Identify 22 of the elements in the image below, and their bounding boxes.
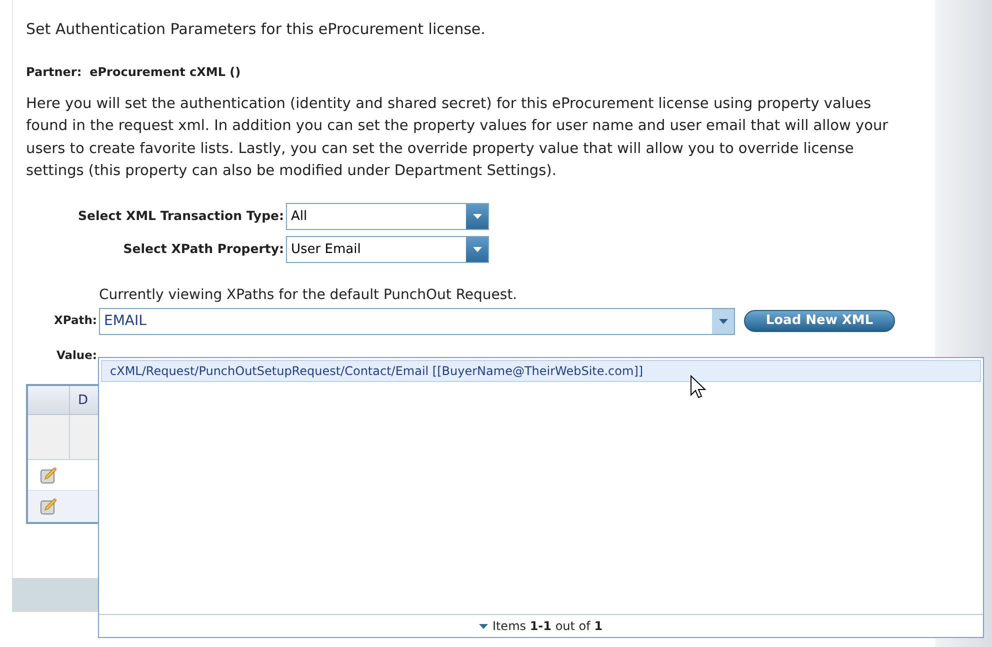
select-label: Select XML Transaction Type: — [76, 206, 285, 225]
dropdown-item[interactable]: cXML/Request/PunchOutSetupRequest/Contact/Email [[BuyerName@TheirWebSite.com]] — [101, 360, 981, 382]
partner-value: eProcurement cXML () — [90, 64, 241, 80]
load-xml-button[interactable]: Load New XML — [744, 310, 895, 332]
pager-text: Items 1-1 out of 1 — [492, 618, 603, 635]
caret-icon — [472, 214, 482, 218]
select-field[interactable]: All — [286, 202, 489, 230]
caret-icon — [718, 318, 728, 324]
caret-icon — [479, 624, 488, 628]
viewing-note: Currently viewing XPaths for the default PunchOut Request. — [99, 286, 518, 304]
value-label: Value: — [55, 346, 97, 364]
edit-icon[interactable] — [40, 466, 58, 484]
partner-label: Partner: — [26, 64, 82, 80]
page-heading: Set Authentication Parameters for this eProcurement license. — [26, 19, 486, 40]
caret-icon — [472, 246, 482, 252]
select-label: Select XPath Property: — [122, 240, 285, 258]
cursor-icon — [690, 375, 706, 399]
xpath-label: XPath: — [52, 312, 98, 330]
edit-icon[interactable] — [40, 497, 58, 516]
select-field[interactable]: EMAIL — [99, 308, 735, 334]
description-paragraph: Here you will set the authentication (identity and shared secret) for this eProcurement license using property values found in the request xml. In addition you can set the property values for user name and user email that will allow your users to create favorite lists. Lastly, you can set the override property value that will allow you to override license settings (this property can also be modified under Department Settings). — [26, 94, 890, 181]
select-field[interactable]: User Email — [286, 236, 489, 262]
